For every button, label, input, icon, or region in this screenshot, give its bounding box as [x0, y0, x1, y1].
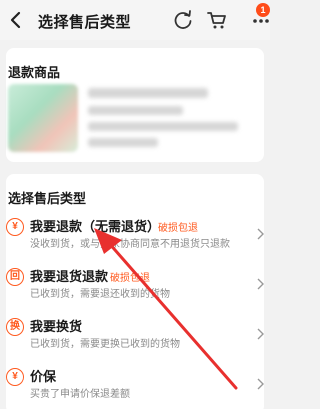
yen-circle-icon: ¥: [6, 218, 24, 236]
option-tag: 破损包退: [110, 273, 150, 284]
option-title: 我要换货: [30, 319, 83, 334]
refresh-icon[interactable]: [172, 9, 194, 31]
product-info-blurred: [88, 106, 183, 115]
back-arrow-icon[interactable]: [6, 10, 26, 30]
product-info-blurred: [88, 122, 238, 131]
after-sale-type-card: 选择售后类型 ¥ 我要退款（无需退货） 破损包退 没收到货，或与卖家协商同意不用…: [6, 174, 264, 409]
chevron-right-icon: [257, 378, 264, 390]
chevron-right-icon: [257, 278, 264, 290]
option-price-protection[interactable]: ¥ 价保 买贵了申请价保退差额: [6, 362, 264, 409]
refund-goods-card: 退款商品: [6, 48, 264, 162]
option-title: 价保: [30, 369, 57, 384]
option-title: 我要退款（无需退货）: [30, 219, 161, 234]
chevron-right-icon: [257, 228, 264, 240]
return-box-icon: 回: [6, 268, 24, 286]
option-return-refund[interactable]: 回 我要退货退款 破损包退 已收到货，需要退还收到的货物: [6, 262, 264, 314]
refund-goods-title: 退款商品: [8, 65, 61, 80]
option-tag: 破损包退: [158, 223, 198, 234]
option-exchange[interactable]: 换 我要换货 已收到货，需要更换已收到的货物: [6, 312, 264, 364]
exchange-icon: 换: [6, 318, 24, 336]
option-desc: 没收到货，或与卖家协商同意不用退货只退款: [30, 239, 230, 250]
option-title: 我要退货退款: [30, 269, 109, 284]
cart-count-badge: 1: [256, 3, 270, 17]
product-image: [8, 84, 78, 152]
cart-icon[interactable]: [206, 9, 228, 31]
page-title: 选择售后类型: [38, 14, 132, 31]
option-desc: 已收到货，需要退还收到的货物: [30, 289, 170, 300]
option-desc: 买贵了申请价保退差额: [30, 389, 130, 400]
price-protect-icon: ¥: [6, 368, 24, 386]
after-sale-type-title: 选择售后类型: [8, 191, 87, 206]
option-refund-only[interactable]: ¥ 我要退款（无需退货） 破损包退 没收到货，或与卖家协商同意不用退货只退款: [6, 212, 264, 264]
option-desc: 已收到货，需要更换已收到的货物: [30, 339, 180, 350]
product-info-blurred: [88, 138, 158, 147]
chevron-right-icon: [257, 328, 264, 340]
top-bar: 选择售后类型 1: [0, 0, 270, 40]
product-info-blurred: [88, 88, 208, 98]
